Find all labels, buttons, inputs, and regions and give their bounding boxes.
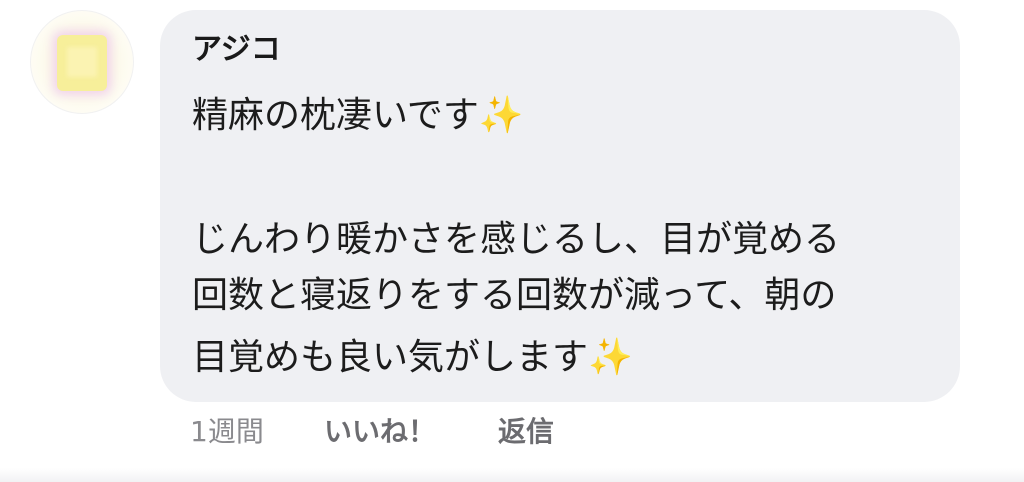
avatar-image	[57, 35, 107, 91]
comment-text-line: 回数と寝返りをする回数が減って、朝の	[192, 275, 837, 316]
divider	[0, 468, 1024, 482]
comment-timestamp: 1週間	[190, 415, 264, 448]
comment: アジコ 精麻の枕凄いです✨ じんわり暖かさを感じるし、目が覚める 回数と寝返りを…	[0, 0, 1024, 482]
comment-author[interactable]: アジコ	[192, 30, 281, 70]
reply-button[interactable]: 返信	[498, 412, 554, 452]
comment-text-line: 精麻の枕凄いです✨	[192, 95, 524, 136]
comment-text-line: 目覚めも良い気がします✨	[192, 337, 633, 378]
comment-bubble: アジコ 精麻の枕凄いです✨ じんわり暖かさを感じるし、目が覚める 回数と寝返りを…	[160, 10, 960, 402]
comment-text-line: じんわり暖かさを感じるし、目が覚める	[192, 219, 841, 260]
like-button[interactable]: いいね！	[324, 412, 436, 452]
avatar[interactable]	[30, 10, 134, 114]
